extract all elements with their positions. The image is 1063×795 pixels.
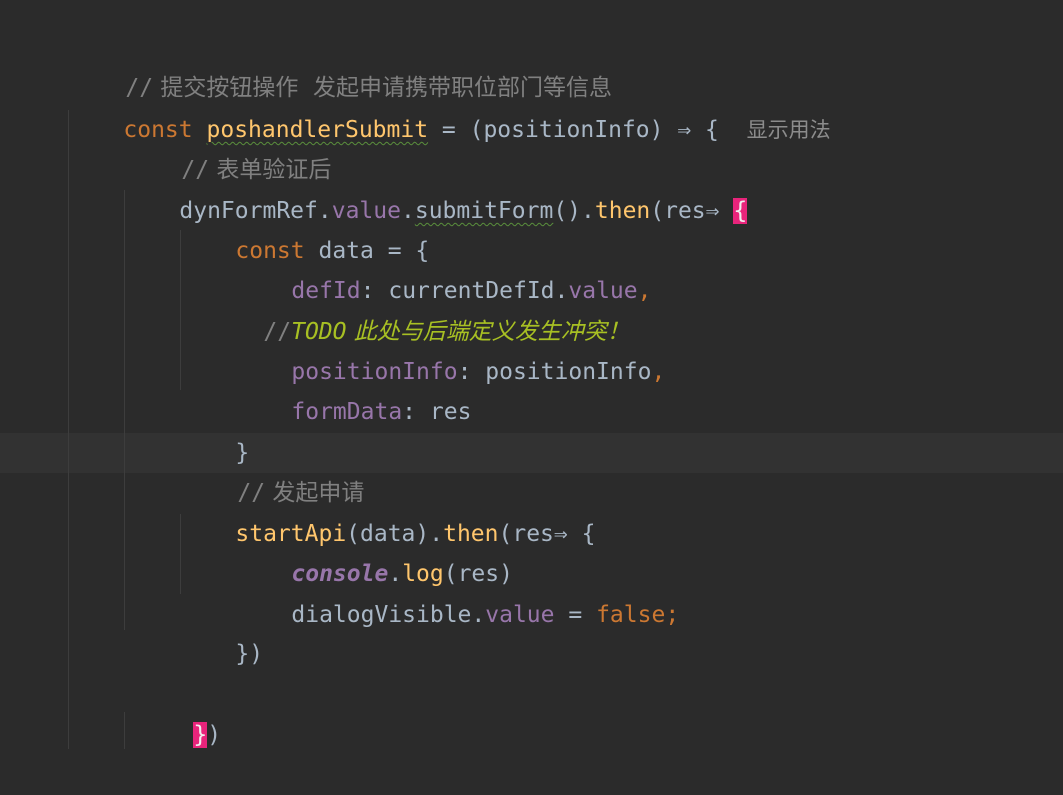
property: value xyxy=(485,602,555,628)
code-line-10[interactable]: } xyxy=(180,393,249,466)
code-line-6[interactable]: defId: currentDefId.value, xyxy=(236,231,651,304)
close-brace-paren: }) xyxy=(235,641,264,667)
code-line-7[interactable]: //TODO 此处与后端定义发生冲突！ xyxy=(208,272,629,345)
property-key: formData xyxy=(291,399,403,425)
matched-brace-open: { xyxy=(733,198,748,224)
code-line-1[interactable]: // 提交按钮操作 发起申请携带职位部门等信息 xyxy=(70,28,612,101)
identifier: dialogVisible xyxy=(291,602,472,628)
code-line-8[interactable]: positionInfo: positionInfo, xyxy=(236,312,665,385)
code-editor[interactable]: // 提交按钮操作 发起申请携带职位部门等信息 const poshandler… xyxy=(0,0,1063,749)
usages-hint[interactable]: 显示用法 xyxy=(747,118,831,142)
dot: . xyxy=(471,602,486,628)
code-line-3[interactable]: // 表单验证后 xyxy=(126,110,331,183)
arrow-brace: ) ⇒ { xyxy=(649,117,719,143)
identifier: positionInfo xyxy=(485,359,652,385)
code-line-14[interactable]: dialogVisible.value = false; xyxy=(236,555,679,628)
operator: = xyxy=(554,602,597,628)
code-line-15[interactable]: }) xyxy=(180,594,263,667)
semicolon: ; xyxy=(665,602,680,628)
args: (res⇒ xyxy=(650,198,734,224)
indent-guide xyxy=(124,712,125,749)
matched-brace-close: } xyxy=(193,722,208,748)
comma: , xyxy=(637,278,652,304)
code-line-4[interactable]: dynFormRef.value.submitForm().then(res⇒ … xyxy=(124,151,748,224)
code-line-9[interactable]: formData: res xyxy=(236,352,471,425)
identifier: res xyxy=(429,399,472,425)
close-paren: ) xyxy=(207,722,222,748)
code-line-17[interactable]: }) xyxy=(138,675,221,748)
current-line-highlight xyxy=(0,433,1063,473)
code-line-5[interactable]: const data = { xyxy=(180,191,429,264)
code-text: (res⇒ { xyxy=(498,521,596,547)
param-name: positionInfo xyxy=(483,117,650,143)
code-line-12[interactable]: startApi(data).then(res⇒ { xyxy=(180,474,595,547)
call-parens: (). xyxy=(553,198,595,224)
code-line-11[interactable]: // 发起申请 xyxy=(182,433,364,506)
boolean-literal: false xyxy=(596,602,666,628)
method-name: submitForm xyxy=(414,198,554,224)
indent-guide xyxy=(68,110,69,749)
colon: : xyxy=(402,399,430,425)
code-line-13[interactable]: console.log(res) xyxy=(236,514,513,587)
operator: = ( xyxy=(428,117,484,143)
code-line-2[interactable]: const poshandlerSubmit = (positionInfo) … xyxy=(68,70,830,143)
method-then: then xyxy=(594,198,651,224)
comma: , xyxy=(651,359,666,385)
